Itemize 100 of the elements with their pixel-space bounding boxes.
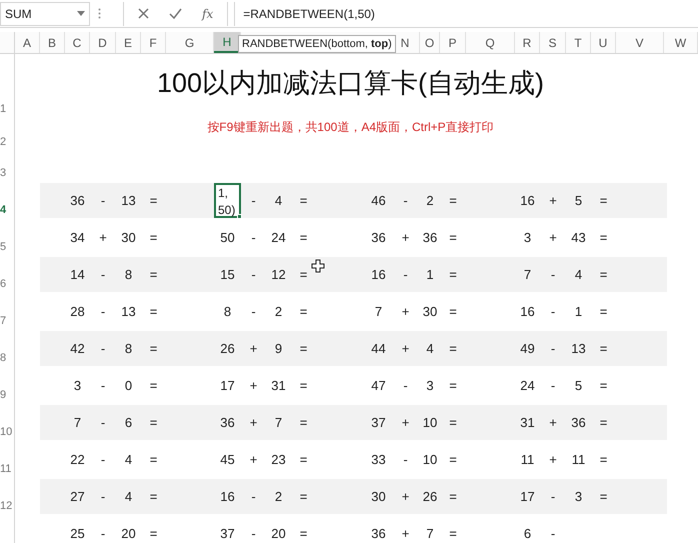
number-cell-text: 23 <box>271 450 286 469</box>
equals-sign: = <box>600 340 608 358</box>
equals-sign: = <box>600 192 608 210</box>
number-cell-text: 31 <box>520 414 535 432</box>
number-cell-text: 5 <box>574 376 582 395</box>
equals-sign: = <box>600 376 608 395</box>
number-cell-text: 50 <box>220 228 235 247</box>
row-header[interactable]: 1 <box>0 104 6 115</box>
row-header[interactable]: 8 <box>0 353 6 364</box>
row-header[interactable]: 5 <box>0 242 6 253</box>
row-header[interactable]: 4 <box>0 205 6 216</box>
number-cell-text: 4 <box>426 340 434 358</box>
number-cell-text: 36 <box>571 414 586 432</box>
operator: - <box>550 376 556 395</box>
equals-sign: = <box>300 302 308 321</box>
number-cell-text: 46 <box>371 192 386 210</box>
number-cell-text: 3 <box>426 376 434 395</box>
column-header[interactable]: F <box>141 32 166 53</box>
column-header[interactable]: R <box>515 32 540 53</box>
row-header[interactable]: 6 <box>0 279 6 290</box>
fill-handle[interactable] <box>237 214 242 219</box>
operator: - <box>251 228 256 247</box>
equals-sign: = <box>449 266 457 284</box>
column-header[interactable]: T <box>566 32 591 53</box>
row-header[interactable]: 2 <box>0 137 6 148</box>
equals-sign: = <box>449 376 457 395</box>
equals-sign: = <box>600 488 608 506</box>
formula-field[interactable]: =RANDBETWEEN(1,50) <box>234 2 698 26</box>
number-cell-text: 34 <box>70 228 85 247</box>
dropdown-icon[interactable] <box>77 11 85 16</box>
number-cell-text: 3 <box>74 376 82 395</box>
equals-sign: = <box>449 450 457 469</box>
column-header[interactable]: C <box>65 32 90 53</box>
operator: - <box>550 302 556 321</box>
equals-sign: = <box>300 228 308 247</box>
column-header[interactable]: O <box>420 32 440 53</box>
number-cell-text: 37 <box>371 414 386 432</box>
row-header[interactable]: 3 <box>0 168 6 179</box>
column-header[interactable]: S <box>540 32 566 53</box>
number-cell-text: 16 <box>520 192 535 210</box>
column-header[interactable]: E <box>116 32 141 53</box>
equals-sign: = <box>600 228 608 247</box>
operator: + <box>250 450 258 469</box>
number-cell-text: 28 <box>70 302 85 321</box>
row-header[interactable]: 7 <box>0 316 6 327</box>
operator: - <box>251 524 256 543</box>
operator: - <box>550 340 556 358</box>
column-header[interactable]: H <box>214 32 241 53</box>
cancel-icon[interactable] <box>138 8 149 19</box>
column-header[interactable]: V <box>616 32 664 53</box>
name-box[interactable]: SUM <box>0 2 90 26</box>
number-cell-text: 11 <box>520 450 534 469</box>
column-header[interactable]: Q <box>466 32 515 53</box>
insert-function-button[interactable]: fx <box>202 4 214 22</box>
operator: + <box>402 414 410 432</box>
equals-sign: = <box>150 228 158 247</box>
number-cell-text: 16 <box>520 302 535 321</box>
number-cell-text: 11 <box>572 450 586 469</box>
column-header[interactable]: B <box>40 32 65 53</box>
number-cell-text: 20 <box>271 524 286 543</box>
number-cell-text: 30 <box>121 228 136 247</box>
column-header[interactable]: A <box>15 32 40 53</box>
number-cell-text: 24 <box>271 228 286 247</box>
number-cell-text: 7 <box>74 414 82 432</box>
grip-icon <box>98 8 101 19</box>
number-cell-text: 27 <box>70 488 85 506</box>
equals-sign: = <box>449 340 457 358</box>
number-cell-text: 26 <box>220 340 235 358</box>
operator: + <box>549 228 557 247</box>
operator: - <box>403 266 408 284</box>
number-cell-text: 3 <box>574 488 582 506</box>
equals-sign: = <box>300 524 308 543</box>
equals-sign: = <box>300 266 308 284</box>
row-header[interactable]: 11 <box>0 464 12 475</box>
column-header[interactable]: U <box>591 32 616 53</box>
equals-sign: = <box>150 192 158 210</box>
equals-sign: = <box>150 488 158 506</box>
equals-sign: = <box>449 488 457 506</box>
row-header[interactable]: 12 <box>0 501 12 512</box>
number-cell-text: 49 <box>520 340 535 358</box>
column-header[interactable]: D <box>90 32 116 53</box>
instruction-text: 按F9键重新出题，共100道，A4版面，Ctrl+P直接打印 <box>207 119 494 136</box>
number-cell-text: 25 <box>70 524 85 543</box>
number-cell-text: 0 <box>124 376 132 395</box>
row-header[interactable]: 10 <box>0 427 12 438</box>
number-cell-text: 6 <box>124 414 132 432</box>
operator: + <box>402 524 410 543</box>
number-cell-text: 13 <box>571 340 586 358</box>
number-cell-text: 3 <box>524 228 532 247</box>
operator: - <box>100 192 106 210</box>
row-header[interactable]: 9 <box>0 390 6 401</box>
number-cell-text: 17 <box>520 488 535 506</box>
column-header[interactable]: W <box>664 32 698 53</box>
operator: + <box>250 340 258 358</box>
check-icon[interactable] <box>169 8 182 19</box>
column-header[interactable]: P <box>440 32 466 53</box>
selected-cell[interactable]: 1, 50) <box>214 183 241 218</box>
operator: - <box>550 266 556 284</box>
equals-sign: = <box>300 376 308 395</box>
operator: - <box>100 414 106 432</box>
